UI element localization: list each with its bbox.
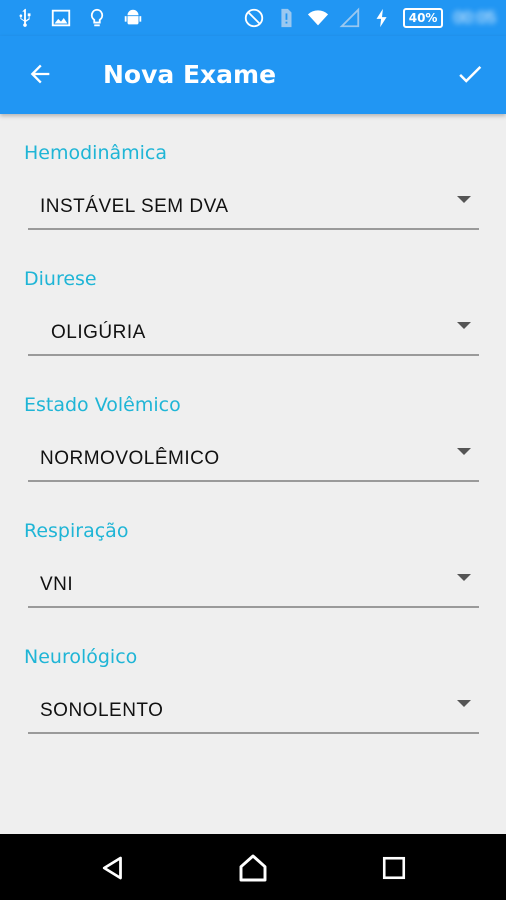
status-bar: 40% 00:05 — [0, 0, 506, 36]
wifi-icon — [307, 10, 328, 26]
exam-form: Hemodinâmica INSTÁVEL SEM DVA Diurese OL… — [0, 114, 506, 834]
battery-indicator: 40% — [402, 8, 444, 28]
respiracao-dropdown[interactable]: VNI — [28, 550, 479, 608]
dropdown-value: NORMOVOLÊMICO — [40, 448, 220, 469]
usb-icon — [19, 8, 31, 27]
field-diurese: Diurese OLIGÚRIA — [0, 268, 506, 394]
lightbulb-icon — [90, 8, 104, 27]
do-not-disturb-icon — [244, 8, 263, 28]
dropdown-arrow-icon — [457, 322, 471, 329]
field-label: Neurológico — [24, 646, 138, 668]
dropdown-arrow-icon — [457, 700, 471, 707]
field-estado-volemico: Estado Volêmico NORMOVOLÊMICO — [0, 394, 506, 520]
clock: 00:05 — [453, 8, 496, 27]
square-recents-icon — [382, 856, 406, 880]
dropdown-arrow-icon — [457, 448, 471, 455]
image-icon — [51, 9, 71, 27]
field-neurologico: Neurológico SONOLENTO — [0, 646, 506, 772]
charging-icon — [376, 8, 387, 28]
dropdown-value: VNI — [40, 574, 74, 595]
dropdown-arrow-icon — [457, 196, 471, 203]
field-hemodinamica: Hemodinâmica INSTÁVEL SEM DVA — [0, 142, 506, 268]
dropdown-arrow-icon — [457, 574, 471, 581]
back-button[interactable] — [22, 56, 58, 92]
field-label: Estado Volêmico — [24, 394, 181, 416]
hemodinamica-dropdown[interactable]: INSTÁVEL SEM DVA — [28, 172, 479, 230]
dropdown-value: INSTÁVEL SEM DVA — [40, 196, 229, 217]
signal-icon — [339, 7, 359, 28]
status-notifications — [14, 7, 144, 29]
field-label: Hemodinâmica — [24, 142, 168, 164]
navigation-bar — [0, 834, 506, 900]
status-system: 40% 00:05 — [243, 7, 496, 29]
neurologico-dropdown[interactable]: SONOLENTO — [28, 676, 479, 734]
check-icon — [459, 66, 482, 83]
field-respiracao: Respiração VNI — [0, 520, 506, 646]
app-bar: Nova Exame — [0, 36, 506, 114]
arrow-left-icon — [30, 64, 50, 84]
triangle-back-icon — [102, 856, 122, 880]
field-label: Respiração — [24, 520, 129, 542]
nav-recents-button[interactable] — [374, 848, 414, 888]
diurese-dropdown[interactable]: OLIGÚRIA — [28, 298, 479, 356]
sim-alert-icon — [281, 8, 292, 28]
estado-volemico-dropdown[interactable]: NORMOVOLÊMICO — [28, 424, 479, 482]
dropdown-value: SONOLENTO — [40, 700, 164, 721]
home-icon — [239, 854, 267, 882]
nav-back-button[interactable] — [93, 848, 133, 888]
nav-home-button[interactable] — [233, 848, 273, 888]
field-label: Diurese — [24, 268, 97, 290]
page-title: Nova Exame — [103, 60, 277, 89]
dropdown-value: OLIGÚRIA — [51, 322, 146, 343]
android-icon — [124, 9, 142, 25]
confirm-button[interactable] — [450, 56, 490, 92]
